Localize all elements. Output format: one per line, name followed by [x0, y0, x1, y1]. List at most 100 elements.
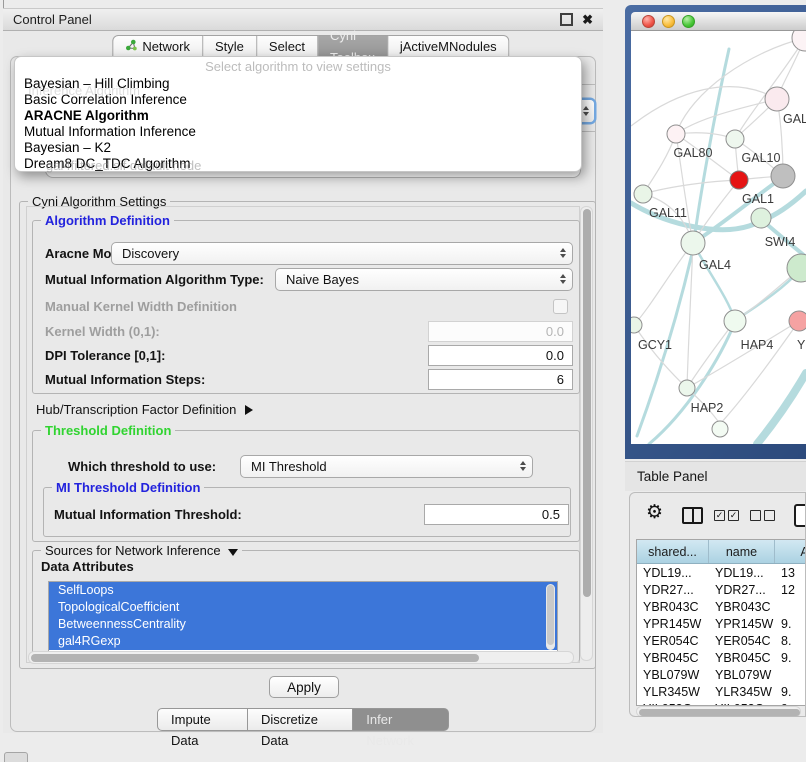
network-canvas[interactable]: GAL GAL80 GAL10 GAL1 GAL11 SWI4 GAL4 GCY… — [631, 31, 806, 444]
which-threshold-label: Which threshold to use: — [68, 459, 216, 474]
bottom-left-widget-fragment — [4, 752, 28, 762]
dropdown-item[interactable]: Mutual Information Inference — [15, 124, 581, 140]
network-node-red-selected[interactable] — [730, 171, 748, 189]
settings-hscrollbar-thumb[interactable] — [31, 654, 479, 662]
table-row[interactable]: YER054CYER054C8. — [637, 632, 806, 649]
column-header-partial[interactable]: A — [775, 540, 806, 563]
mi-steps-field[interactable]: 6 — [428, 369, 573, 390]
minimize-traffic-light-icon[interactable] — [662, 15, 675, 28]
network-node-gal80[interactable] — [667, 125, 685, 143]
sources-group: Sources for Network Inference Data Attri… — [32, 550, 580, 662]
node-label-gal-partial: GAL — [783, 112, 806, 126]
network-graph: GAL GAL80 GAL10 GAL1 GAL11 SWI4 GAL4 GCY… — [631, 31, 806, 444]
which-threshold-select[interactable]: MI Threshold — [240, 455, 533, 478]
tab-infer-network[interactable]: Infer Network — [353, 708, 449, 731]
node-label-gal1: GAL1 — [742, 192, 774, 206]
split-columns-icon[interactable] — [682, 507, 703, 524]
dropdown-item-selected[interactable]: ARACNE Algorithm — [15, 108, 581, 124]
tab-impute-data[interactable]: Impute Data — [157, 708, 248, 731]
tab-label: Style — [215, 36, 244, 58]
settings-vertical-scrollbar — [580, 206, 593, 661]
node-label-gcy1: GCY1 — [638, 338, 672, 352]
network-node-salmon[interactable] — [789, 311, 806, 331]
selected-value: MI Threshold — [251, 459, 327, 474]
node-label-gal11: GAL11 — [649, 206, 687, 220]
close-traffic-light-icon[interactable] — [642, 15, 655, 28]
combo-stepper-icon — [520, 461, 526, 471]
list-item[interactable]: TopologicalCoefficient — [49, 599, 557, 616]
deselect-checkboxes-icon[interactable] — [750, 510, 775, 521]
tab-label: jActiveMNodules — [400, 36, 497, 58]
table-row[interactable]: YPR145WYPR145W9. — [637, 615, 806, 632]
threshold-definition-group: Threshold Definition Which threshold to … — [32, 430, 580, 542]
table-panel: ⚙ ✓✓ shared... name A YDL19...YDL19...13… — [629, 492, 806, 717]
aracne-mode-select[interactable]: Discovery — [111, 242, 573, 265]
node-label-gal4: GAL4 — [699, 258, 731, 272]
network-node-partial-top[interactable] — [792, 31, 806, 51]
network-node-partial-bottom[interactable] — [712, 421, 728, 437]
collapsed-arrow-icon — [245, 405, 253, 415]
network-view-frame[interactable]: GAL GAL80 GAL10 GAL1 GAL11 SWI4 GAL4 GCY… — [625, 5, 806, 459]
tab-discretize-data[interactable]: Discretize Data — [248, 708, 353, 731]
network-node-hap4[interactable] — [724, 310, 746, 332]
select-all-checkboxes-icon[interactable]: ✓✓ — [714, 510, 739, 521]
node-label-gal10: GAL10 — [742, 151, 781, 165]
node-labels: GAL GAL80 GAL10 GAL1 GAL11 SWI4 GAL4 GCY… — [638, 112, 806, 415]
dropdown-item[interactable]: Bayesian – K2 — [15, 140, 581, 156]
table-row[interactable]: YLR345WYLR345W9. — [637, 683, 806, 700]
float-window-icon[interactable] — [560, 13, 573, 26]
network-window-titlebar — [631, 12, 806, 31]
network-node-hap2[interactable] — [679, 380, 695, 396]
column-header-name[interactable]: name — [709, 540, 775, 563]
list-item[interactable]: gal4RGexp — [49, 633, 557, 650]
table-row[interactable]: YDL19...YDL19...13 — [637, 564, 806, 581]
sources-toggle[interactable]: Sources for Network Inference — [41, 543, 242, 558]
tab-label: Select — [269, 36, 305, 58]
dpi-tolerance-label: DPI Tolerance [0,1]: — [45, 348, 165, 363]
ghost-network-selector-value: gal4filtered.sif default node — [46, 158, 201, 173]
table-panel-titlebar: Table Panel — [625, 461, 806, 491]
mi-threshold-definition-group: MI Threshold Definition Mutual Informati… — [43, 487, 571, 537]
column-header-shared-name[interactable]: shared... — [637, 540, 709, 563]
network-node-gal-partial[interactable] — [765, 87, 789, 111]
kernel-width-label: Kernel Width (0,1): — [45, 324, 160, 339]
settings-vscrollbar-thumb[interactable] — [583, 209, 591, 597]
selected-value: Naive Bayes — [286, 272, 359, 287]
network-node-swi4[interactable] — [751, 208, 771, 228]
table-row[interactable]: YBR045CYBR045C9. — [637, 649, 806, 666]
network-node-gcy1[interactable] — [631, 317, 642, 333]
dropdown-placeholder: Select algorithm to view settings — [15, 57, 581, 76]
network-node-gal11[interactable] — [634, 185, 652, 203]
network-node-gal4[interactable] — [681, 231, 705, 255]
zoom-traffic-light-icon[interactable] — [682, 15, 695, 28]
table-hscrollbar-thumb[interactable] — [639, 709, 800, 716]
apply-button[interactable]: Apply — [269, 676, 339, 698]
table-row[interactable]: YBL079WYBL079W — [637, 666, 806, 683]
node-label-hap4: HAP4 — [741, 338, 774, 352]
list-item[interactable]: SelfLoops — [49, 582, 557, 599]
group-title: Algorithm Definition — [41, 213, 174, 228]
cyni-algorithm-settings-group: Cyni Algorithm Settings Algorithm Defini… — [19, 201, 596, 669]
network-node-gray[interactable] — [771, 164, 795, 188]
node-attribute-table: shared... name A YDL19...YDL19...13 YDR2… — [636, 539, 806, 706]
table-row[interactable]: YBR043CYBR043C — [637, 598, 806, 615]
page-partial-icon[interactable] — [794, 504, 806, 527]
data-attributes-list[interactable]: SelfLoops TopologicalCoefficient Between… — [48, 581, 558, 655]
list-scrollbar-thumb[interactable] — [547, 585, 554, 645]
stepper-down-icon — [583, 112, 589, 116]
dpi-tolerance-field[interactable]: 0.0 — [428, 345, 573, 366]
group-title: Threshold Definition — [41, 423, 175, 438]
table-row[interactable]: YDR27...YDR27...12 — [637, 581, 806, 598]
hub-definition-toggle[interactable]: Hub/Transcription Factor Definition — [36, 402, 253, 417]
list-item[interactable]: BetweennessCentrality — [49, 616, 557, 633]
hub-definition-label: Hub/Transcription Factor Definition — [36, 402, 236, 417]
close-icon[interactable]: ✖ — [582, 13, 593, 26]
mi-type-select[interactable]: Naive Bayes — [275, 268, 573, 291]
window-buttons: ✖ — [560, 13, 593, 26]
network-node-gal10[interactable] — [726, 130, 744, 148]
node-label-gal80: GAL80 — [674, 146, 713, 160]
table-header-row: shared... name A — [637, 540, 806, 564]
mi-threshold-field[interactable]: 0.5 — [424, 504, 569, 525]
tab-label: Network — [142, 36, 190, 58]
settings-gear-icon[interactable]: ⚙ — [646, 503, 663, 522]
